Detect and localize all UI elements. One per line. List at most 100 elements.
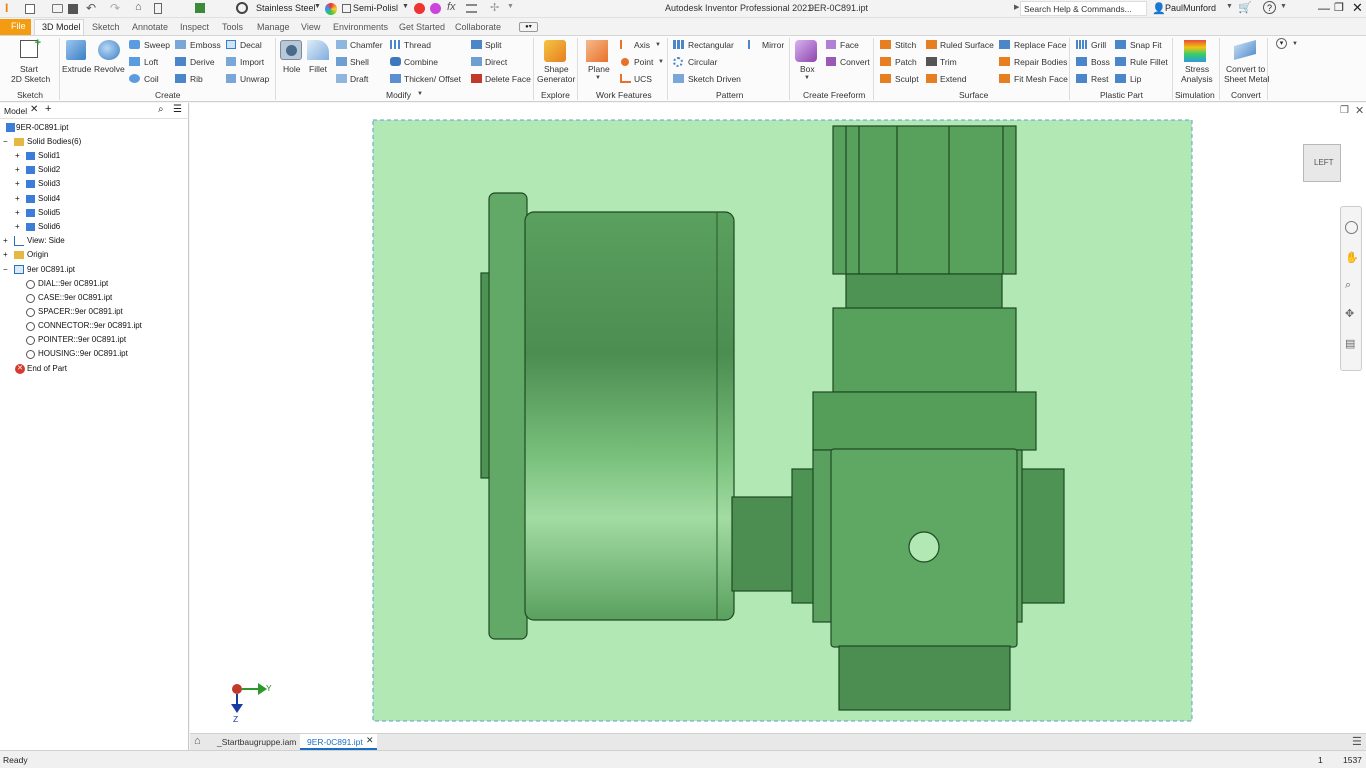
shape-generator-icon[interactable] (544, 40, 566, 62)
ruled-surface-icon[interactable] (926, 40, 937, 49)
thicken-offset-button[interactable]: Thicken/ Offset (404, 74, 461, 84)
new-icon[interactable] (25, 4, 35, 14)
decal-button[interactable]: Decal (240, 40, 262, 50)
save-icon[interactable] (68, 4, 78, 14)
axis-button[interactable]: Axis (634, 40, 650, 50)
fit-mesh-face-icon[interactable] (999, 74, 1010, 83)
box-button[interactable]: Box (800, 64, 815, 74)
doc-tab-active[interactable]: 9ER-0C891.ipt ✕ (300, 734, 377, 750)
plane-icon[interactable] (586, 40, 608, 62)
tree-derived-body[interactable]: SPACER::9er 0C891.ipt (38, 307, 123, 317)
fillet-icon[interactable] (307, 40, 329, 60)
tree-derived-body[interactable]: DIAL::9er 0C891.ipt (38, 279, 108, 289)
axis-icon[interactable] (620, 40, 631, 49)
sweep-button[interactable]: Sweep (144, 40, 170, 50)
tree-solid[interactable]: Solid5 (38, 208, 60, 218)
emboss-icon[interactable] (175, 40, 186, 49)
align-icon[interactable] (466, 4, 477, 13)
expand-icon[interactable]: + (15, 179, 20, 189)
user-icon[interactable]: 👤 (1152, 2, 1166, 15)
coil-button[interactable]: Coil (144, 74, 159, 84)
fit-mesh-face-button[interactable]: Fit Mesh Face (1014, 74, 1068, 84)
close-icon[interactable]: ✕ (30, 104, 38, 115)
chamfer-icon[interactable] (336, 40, 347, 49)
patch-button[interactable]: Patch (895, 57, 917, 67)
inventor-logo-icon[interactable]: I (5, 2, 15, 15)
grill-icon[interactable] (1076, 40, 1087, 49)
expand-icon[interactable]: + (3, 236, 8, 246)
move-icon[interactable]: ✢ (490, 1, 499, 14)
shell-button[interactable]: Shell (350, 57, 369, 67)
import-icon[interactable] (226, 57, 236, 66)
graphics-window[interactable]: ❐ ✕ LEFT ✋ ⌕ ✥ ▤ Y Z (190, 103, 1366, 733)
extend-icon[interactable] (926, 74, 937, 83)
plane-button[interactable]: Plane (588, 64, 610, 74)
tab-environments[interactable]: Environments (333, 20, 388, 35)
sketch-driven-button[interactable]: Sketch Driven (688, 74, 741, 84)
user-name[interactable]: PaulMunford (1165, 3, 1216, 13)
ruled-surface-button[interactable]: Ruled Surface (940, 40, 994, 50)
tree-end-of-part[interactable]: End of Part (27, 364, 67, 374)
boss-button[interactable]: Boss (1091, 57, 1110, 67)
rest-button[interactable]: Rest (1091, 74, 1108, 84)
sculpt-button[interactable]: Sculpt (895, 74, 919, 84)
panel-options-icon[interactable]: ●▾ (519, 22, 538, 32)
chevron-down-icon[interactable]: ▼ (1280, 3, 1287, 10)
rule-fillet-button[interactable]: Rule Fillet (1130, 57, 1168, 67)
mirror-button[interactable]: Mirror (762, 40, 784, 50)
shape-generator-label-2[interactable]: Generator (537, 74, 575, 84)
expand-icon[interactable]: + (3, 250, 8, 260)
hole-icon[interactable] (280, 40, 302, 60)
rule-fillet-icon[interactable] (1115, 57, 1126, 66)
chevron-down-icon[interactable]: ▼ (314, 3, 321, 10)
ucs-button[interactable]: UCS (634, 74, 652, 84)
replace-face-button[interactable]: Replace Face (1014, 40, 1066, 50)
viewcube[interactable]: LEFT (1303, 144, 1341, 182)
menu-icon[interactable]: ☰ (1352, 735, 1362, 748)
chevron-down-icon[interactable]: ▼ (1292, 41, 1298, 47)
clear-appearance-icon[interactable] (414, 3, 425, 14)
chevron-down-icon[interactable]: ▼ (595, 75, 601, 81)
shape-generator-label-1[interactable]: Shape (544, 64, 569, 74)
start-sketch-icon[interactable]: + (20, 37, 41, 58)
group-label-modify[interactable]: Modify (386, 90, 411, 100)
browser-tab-model[interactable]: Model (4, 106, 27, 116)
unwrap-button[interactable]: Unwrap (240, 74, 269, 84)
tree-solid[interactable]: Solid4 (38, 194, 60, 204)
rib-icon[interactable] (175, 74, 186, 83)
restore-icon[interactable]: ❐ (1334, 1, 1344, 14)
direct-icon[interactable] (471, 57, 482, 66)
tab-tools[interactable]: Tools (222, 20, 243, 35)
stitch-icon[interactable] (880, 40, 891, 49)
delete-face-button[interactable]: Delete Face (485, 74, 531, 84)
fx-icon[interactable]: fx (447, 1, 456, 13)
tab-view[interactable]: View (301, 20, 320, 35)
tree-derived-body[interactable]: POINTER::9er 0C891.ipt (38, 335, 126, 345)
rectangular-pattern-icon[interactable] (673, 40, 684, 49)
extrude-button[interactable]: Extrude (62, 64, 91, 74)
steering-wheel-icon[interactable] (1345, 221, 1358, 234)
thread-button[interactable]: Thread (404, 40, 431, 50)
delete-face-icon[interactable] (471, 74, 482, 83)
boss-icon[interactable] (1076, 57, 1087, 66)
direct-button[interactable]: Direct (485, 57, 507, 67)
emboss-button[interactable]: Emboss (190, 40, 221, 50)
adjust-icon[interactable] (430, 3, 441, 14)
circular-pattern-icon[interactable] (673, 57, 683, 67)
minimize-icon[interactable]: — (1318, 1, 1330, 15)
expand-icon[interactable]: + (15, 165, 20, 175)
redo-icon[interactable]: ↷ (110, 1, 120, 15)
extrude-icon[interactable] (66, 40, 86, 60)
draft-button[interactable]: Draft (350, 74, 368, 84)
tree-solid[interactable]: Solid2 (38, 165, 60, 175)
chevron-down-icon[interactable]: ▼ (1226, 3, 1233, 10)
stress-analysis-icon[interactable] (1184, 40, 1206, 62)
tab-file[interactable]: File (0, 19, 31, 35)
add-icon[interactable]: + (45, 103, 51, 115)
tree-solid[interactable]: Solid3 (38, 179, 60, 189)
collapse-icon[interactable]: − (3, 137, 8, 147)
convert-freeform-icon[interactable] (826, 57, 836, 66)
combine-icon[interactable] (390, 57, 401, 66)
trim-button[interactable]: Trim (940, 57, 957, 67)
coil-icon[interactable] (129, 74, 140, 83)
